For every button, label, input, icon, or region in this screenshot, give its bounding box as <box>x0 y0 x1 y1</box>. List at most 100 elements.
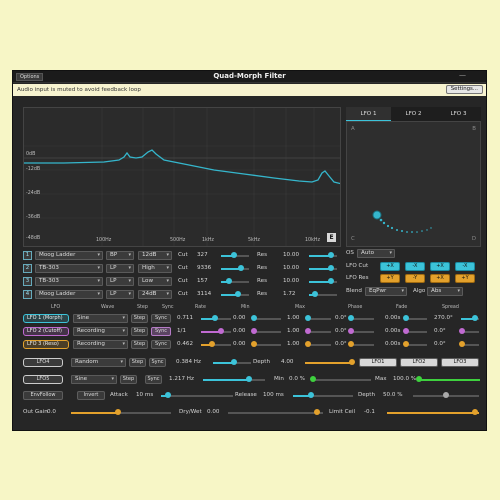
xy-morph-pad[interactable]: A B C D <box>346 121 481 247</box>
lfo-res-3-button[interactable]: +X <box>430 274 450 283</box>
lfo5-max-slider[interactable] <box>416 375 480 384</box>
lfo5-rate-slider[interactable] <box>203 375 265 384</box>
lfo-1-rate-slider[interactable] <box>201 314 231 323</box>
invert-button[interactable]: Invert <box>77 391 105 400</box>
filter-1-cut-slider[interactable] <box>221 251 249 260</box>
lfo-cut-4-button[interactable]: -X <box>455 262 475 271</box>
filter-1-enable-button[interactable]: 1 <box>23 251 32 260</box>
minimize-icon[interactable]: — <box>459 71 466 79</box>
filter-2-enable-button[interactable]: 2 <box>23 264 32 273</box>
release-slider[interactable] <box>293 391 353 400</box>
lfo-1-wave-select[interactable]: Sine <box>73 314 128 323</box>
lfo4-target-lfo2[interactable]: LFO2 <box>400 358 438 367</box>
settings-button[interactable]: Settings... <box>445 85 483 94</box>
filter-1-mode-select[interactable]: BP <box>106 251 134 260</box>
lfo5-button[interactable]: LFO5 <box>23 375 63 384</box>
filter-1-res-slider[interactable] <box>309 251 337 260</box>
lfo-res-2-button[interactable]: -Y <box>405 274 425 283</box>
filter-3-cut-slider[interactable] <box>221 277 249 286</box>
lfo4-depth-slider[interactable] <box>305 358 355 367</box>
attack-slider[interactable] <box>161 391 233 400</box>
lfo-1-toggle[interactable]: LFO 1 (Morph) <box>23 314 69 323</box>
lfo-3-wave-select[interactable]: Recording <box>73 340 128 349</box>
filter-3-slope-select[interactable]: Low <box>138 277 172 286</box>
tab-lfo-2[interactable]: LFO 2 <box>391 107 436 121</box>
lfo4-wave-select[interactable]: Random <box>71 358 126 367</box>
filter-2-res-slider[interactable] <box>309 264 337 273</box>
filter-2-cut-slider[interactable] <box>221 264 249 273</box>
filter-4-type-select[interactable]: Moog Ladder <box>35 290 103 299</box>
lfo5-min-slider[interactable] <box>310 375 371 384</box>
lfo-3-phase-slider[interactable] <box>347 340 374 349</box>
blend-select[interactable]: EqPwr <box>365 287 407 296</box>
filter-4-res-slider[interactable] <box>309 290 337 299</box>
frequency-response-display[interactable]: 0dB -12dB -24dB -36dB -48dB 100Hz 500Hz … <box>23 107 341 247</box>
lfo-cut-1-button[interactable]: +X <box>380 262 400 271</box>
lfo-3-step-button[interactable]: Step <box>131 340 148 349</box>
lfo5-wave-select[interactable]: Sine <box>71 375 117 384</box>
lfo-2-sync-button[interactable]: Sync <box>151 327 171 336</box>
lfo4-step-button[interactable]: Step <box>129 358 146 367</box>
lfo-2-max-slider[interactable] <box>304 327 331 336</box>
lfo-2-rate-slider[interactable] <box>201 327 231 336</box>
lfo-3-rate-slider[interactable] <box>201 340 231 349</box>
lfo-1-spread-slider[interactable] <box>461 314 479 323</box>
lfo-2-fade-slider[interactable] <box>402 327 427 336</box>
filter-1-type-select[interactable]: Moog Ladder <box>35 251 103 260</box>
lfo5-max-value: 100.0 % <box>393 376 417 382</box>
tab-lfo-1[interactable]: LFO 1 <box>346 107 391 121</box>
lfo4-rate-slider[interactable] <box>213 358 251 367</box>
lfo-1-fade-slider[interactable] <box>402 314 427 323</box>
filter-2-mode-select[interactable]: LP <box>106 264 134 273</box>
filter-4-mode-select[interactable]: LP <box>106 290 134 299</box>
lfo-3-toggle[interactable]: LFO 3 (Reso) <box>23 340 69 349</box>
lfo-3-max-value: 1.00 <box>287 341 300 347</box>
lfo5-sync-button[interactable]: Sync <box>145 375 162 384</box>
filter-2-slope-select[interactable]: High <box>138 264 172 273</box>
limit-ceil-slider[interactable] <box>387 408 479 417</box>
filter-3-mode-select[interactable]: LP <box>106 277 134 286</box>
lfo-3-max-slider[interactable] <box>304 340 331 349</box>
lfo-2-step-button[interactable]: Step <box>131 327 148 336</box>
lfo4-button[interactable]: LFO4 <box>23 358 63 367</box>
filter-2-type-select[interactable]: TB-303 <box>35 264 103 273</box>
lfo-3-min-slider[interactable] <box>251 340 281 349</box>
filter-4-slope-select[interactable]: 24dB <box>138 290 172 299</box>
lfo-3-fade-slider[interactable] <box>402 340 427 349</box>
lfo4-target-lfo3[interactable]: LFO3 <box>441 358 479 367</box>
filter-3-res-slider[interactable] <box>309 277 337 286</box>
lfo-res-4-button[interactable]: +Y <box>455 274 475 283</box>
os-select[interactable]: Auto <box>357 249 395 258</box>
drywet-slider[interactable] <box>228 408 323 417</box>
filter-4-cut-slider[interactable] <box>221 290 249 299</box>
filter-3-enable-button[interactable]: 3 <box>23 277 32 286</box>
filter-3-type-select[interactable]: TB-303 <box>35 277 103 286</box>
envfollow-button[interactable]: EnvFollow <box>23 391 63 400</box>
lfo-3-spread-slider[interactable] <box>458 340 479 349</box>
lfo-header-max: Max <box>295 305 305 310</box>
lfo-2-phase-slider[interactable] <box>347 327 374 336</box>
lfo-2-spread-slider[interactable] <box>458 327 479 336</box>
lfo-3-sync-button[interactable]: Sync <box>151 340 171 349</box>
lfo4-target-lfo1[interactable]: LFO1 <box>359 358 397 367</box>
lfo-res-1-button[interactable]: +Y <box>380 274 400 283</box>
e-button[interactable]: E <box>327 233 336 242</box>
env-depth-slider[interactable] <box>413 391 479 400</box>
lfo-1-min-slider[interactable] <box>251 314 281 323</box>
lfo-1-step-button[interactable]: Step <box>131 314 148 323</box>
tab-lfo-3[interactable]: LFO 3 <box>436 107 481 121</box>
lfo5-step-button[interactable]: Step <box>120 375 137 384</box>
filter-1-slope-select[interactable]: 12dB <box>138 251 172 260</box>
lfo-cut-2-button[interactable]: -X <box>405 262 425 271</box>
lfo-2-min-slider[interactable] <box>251 327 281 336</box>
out-gain-slider[interactable] <box>71 408 171 417</box>
lfo-1-phase-slider[interactable] <box>347 314 374 323</box>
algo-select[interactable]: Abs <box>427 287 463 296</box>
lfo4-sync-button[interactable]: Sync <box>149 358 166 367</box>
lfo-cut-3-button[interactable]: +X <box>430 262 450 271</box>
filter-4-enable-button[interactable]: 4 <box>23 290 32 299</box>
lfo-2-wave-select[interactable]: Recording <box>73 327 128 336</box>
lfo-1-max-slider[interactable] <box>304 314 331 323</box>
lfo-1-sync-button[interactable]: Sync <box>151 314 171 323</box>
lfo-2-toggle[interactable]: LFO 2 (Cutoff) <box>23 327 69 336</box>
